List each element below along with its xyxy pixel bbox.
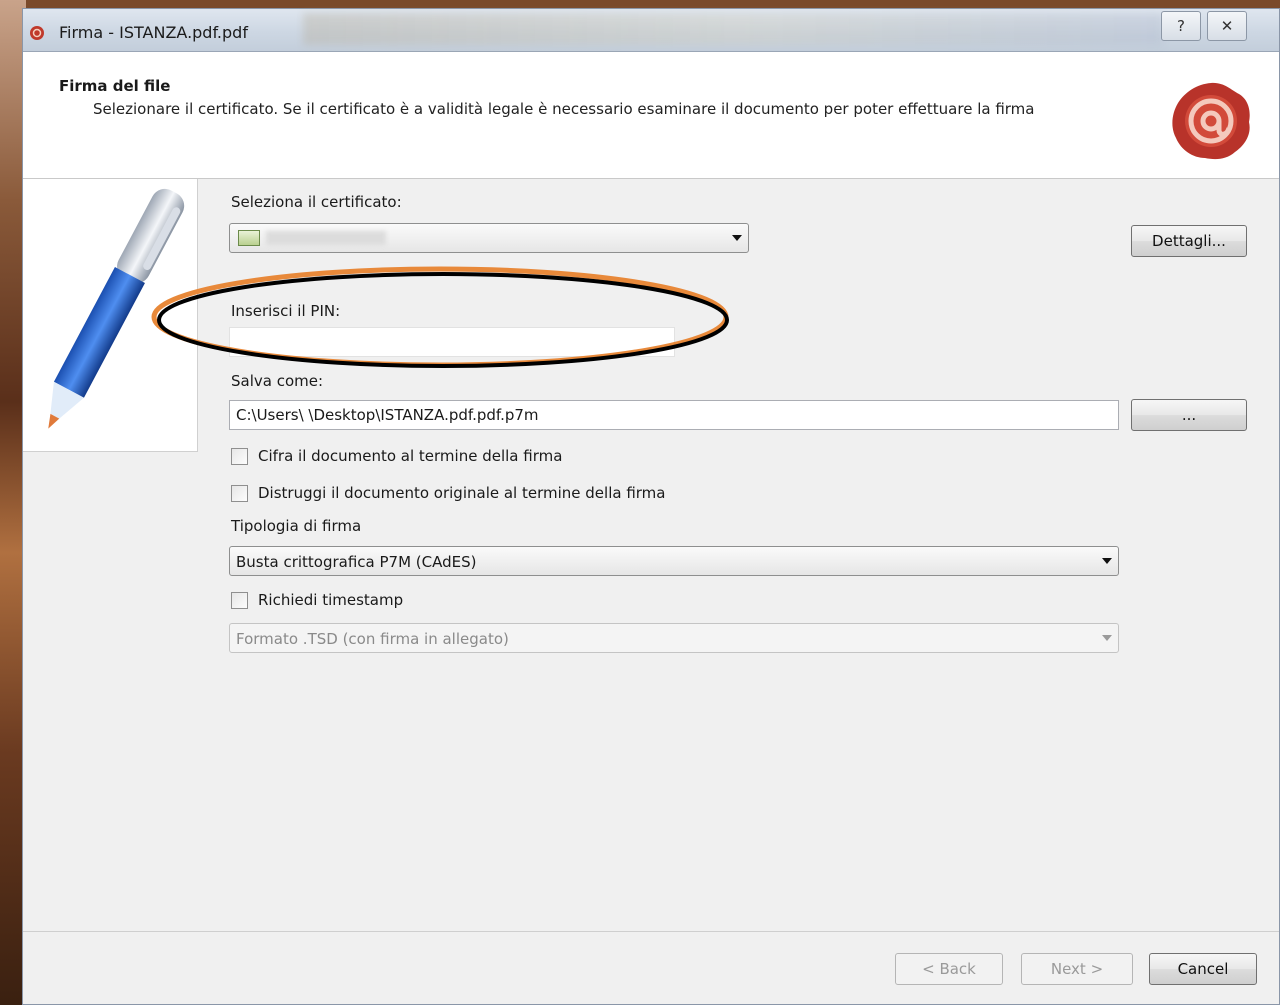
chevron-down-icon: [1102, 558, 1112, 564]
timestamp-format-value: Formato .TSD (con firma in allegato): [236, 630, 509, 648]
title-bar: Firma - ISTANZA.pdf.pdf ? ✕: [23, 9, 1279, 52]
wizard-header: Firma del file Selezionare il certificat…: [23, 52, 1279, 179]
help-icon: ?: [1177, 17, 1185, 35]
chevron-down-icon: [1102, 635, 1112, 641]
certificate-label: Seleziona il certificato:: [231, 193, 402, 211]
help-button[interactable]: ?: [1161, 11, 1201, 41]
title-bar-background-blur: [303, 13, 1163, 45]
save-path-value: C:\Users\ \Desktop\ISTANZA.pdf.pdf.p7m: [236, 406, 539, 424]
pin-label: Inserisci il PIN:: [231, 302, 341, 320]
footer-divider: [23, 931, 1279, 932]
destroy-option[interactable]: Distruggi il documento originale al term…: [231, 484, 665, 502]
window-title: Firma - ISTANZA.pdf.pdf: [59, 23, 248, 42]
cancel-button[interactable]: Cancel: [1149, 953, 1257, 985]
encrypt-checkbox-label: Cifra il documento al termine della firm…: [258, 447, 563, 465]
encrypt-checkbox[interactable]: [231, 447, 248, 465]
destroy-original-checkbox[interactable]: [231, 484, 248, 502]
timestamp-checkbox-label: Richiedi timestamp: [258, 591, 404, 609]
page-subtitle: Selezionare il certificato. Se il certif…: [93, 100, 1035, 118]
details-button[interactable]: Dettagli...: [1131, 225, 1247, 257]
chevron-down-icon: [732, 235, 742, 241]
signature-type-label: Tipologia di firma: [231, 517, 362, 535]
destroy-checkbox-label: Distruggi il documento originale al term…: [258, 484, 666, 502]
save-path-field[interactable]: C:\Users\ \Desktop\ISTANZA.pdf.pdf.p7m: [229, 400, 1119, 430]
timestamp-format-select: Formato .TSD (con firma in allegato): [229, 623, 1119, 653]
signature-type-select[interactable]: Busta crittografica P7M (CAdES): [229, 546, 1119, 576]
certificate-select[interactable]: [229, 223, 749, 253]
encrypt-option[interactable]: Cifra il documento al termine della firm…: [231, 447, 562, 465]
signature-type-value: Busta crittografica P7M (CAdES): [236, 553, 477, 571]
pen-illustration: [23, 179, 198, 452]
next-button[interactable]: Next >: [1021, 953, 1133, 985]
browse-button[interactable]: ...: [1131, 399, 1247, 431]
timestamp-option[interactable]: Richiedi timestamp: [231, 591, 403, 609]
pen-icon: [48, 188, 185, 429]
back-button[interactable]: < Back: [895, 953, 1003, 985]
page-title: Firma del file: [59, 77, 171, 95]
pin-input[interactable]: [230, 328, 674, 356]
pin-field[interactable]: [229, 327, 675, 357]
certificate-name-redacted: [266, 231, 386, 245]
app-seal-icon: [30, 26, 44, 40]
signing-dialog: Firma - ISTANZA.pdf.pdf ? ✕ Firma del fi…: [22, 8, 1280, 1005]
wax-seal-icon: [1172, 82, 1250, 160]
save-as-label: Salva come:: [231, 372, 324, 390]
close-icon: ✕: [1220, 17, 1234, 35]
timestamp-checkbox[interactable]: [231, 591, 248, 609]
certificate-icon: [238, 230, 260, 246]
close-button[interactable]: ✕: [1207, 11, 1247, 41]
